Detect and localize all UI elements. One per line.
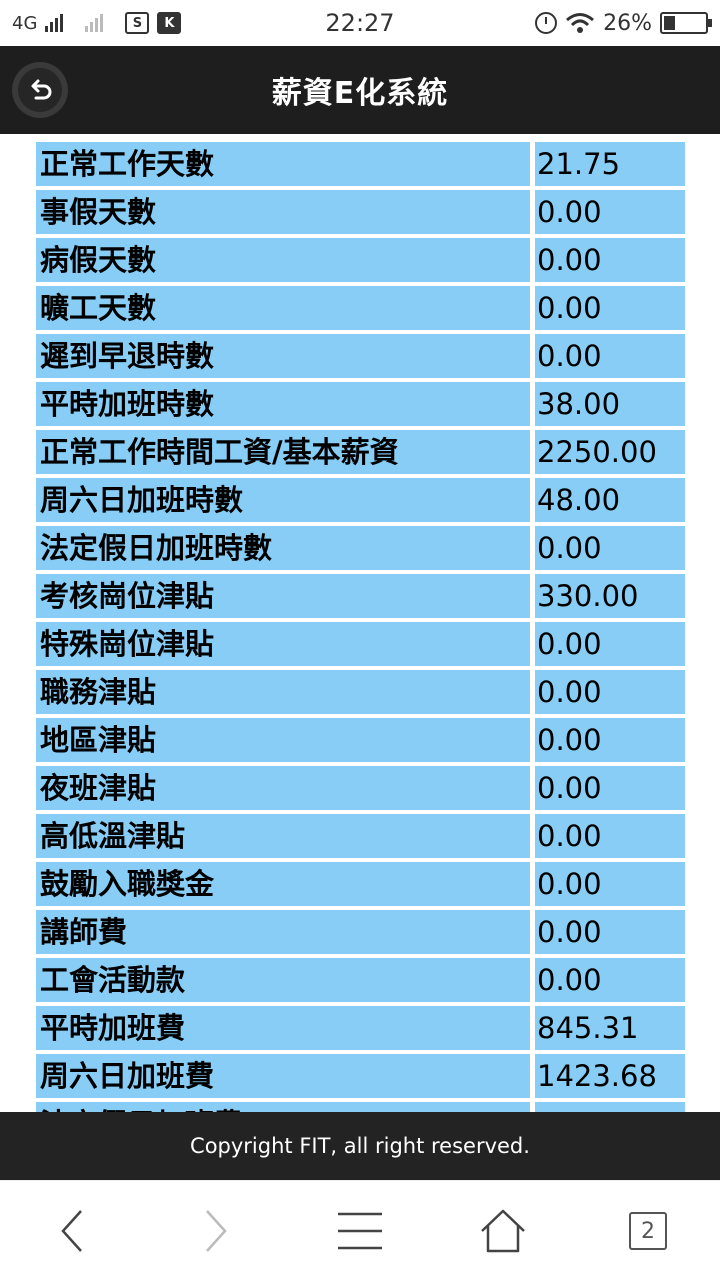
table-row: 遲到早退時數 0.00 [36,334,685,378]
row-value: 0.00 [535,862,685,906]
row-value: 0.00 [535,670,685,714]
table-row: 正常工作時間工資/基本薪資 2250.00 [36,430,685,474]
row-label: 職務津貼 [36,670,530,714]
row-label: 平時加班費 [36,1006,530,1050]
table-row: 正常工作天數 21.75 [36,142,685,186]
row-label: 法定假日加班費 [36,1102,530,1112]
row-label: 高低溫津貼 [36,814,530,858]
table-row: 考核崗位津貼 330.00 [36,574,685,618]
row-label: 工會活動款 [36,958,530,1002]
row-label: 考核崗位津貼 [36,574,530,618]
row-value: 0.00 [535,766,685,810]
table-row: 平時加班時數 38.00 [36,382,685,426]
row-label: 夜班津貼 [36,766,530,810]
app-header: 薪資E化系統 [0,46,720,134]
row-value: 0.00 [535,622,685,666]
status-right: 26% [535,10,712,36]
chevron-right-icon [206,1210,227,1252]
browser-home-button[interactable] [473,1203,533,1259]
row-label: 正常工作天數 [36,142,530,186]
table-row: 職務津貼 0.00 [36,670,685,714]
row-label: 鼓勵入職獎金 [36,862,530,906]
row-label: 病假天數 [36,238,530,282]
table-row: 特殊崗位津貼 0.00 [36,622,685,666]
row-value: 48.00 [535,478,685,522]
row-value: 0.00 [535,1102,685,1112]
table-row: 工會活動款 0.00 [36,958,685,1002]
row-label: 正常工作時間工資/基本薪資 [36,430,530,474]
back-arrow-icon [18,68,62,112]
row-label: 地區津貼 [36,718,530,762]
salary-table[interactable]: 正常工作天數 21.75 事假天數 0.00 病假天數 0.00 曠工天數 0.00 遲到早退時… [0,134,720,1112]
row-value: 0.00 [535,238,685,282]
copyright-text: Copyright FIT, all right reserved. [190,1134,530,1158]
row-value: 845.31 [535,1006,685,1050]
row-value: 0.00 [535,190,685,234]
battery-icon [660,12,712,34]
row-value: 0.00 [535,910,685,954]
status-bar: 4G S K 22:27 26% [0,0,720,46]
row-label: 法定假日加班時數 [36,526,530,570]
row-label: 周六日加班費 [36,1054,530,1098]
menu-icon [338,1212,382,1250]
table-row: 事假天數 0.00 [36,190,685,234]
app-notification-icon: S [125,12,150,34]
row-value: 1423.68 [535,1054,685,1098]
table-row: 法定假日加班時數 0.00 [36,526,685,570]
chevron-left-icon [61,1210,82,1252]
row-value: 330.00 [535,574,685,618]
browser-tabs-button[interactable]: 2 [618,1203,678,1259]
table-row: 地區津貼 0.00 [36,718,685,762]
row-label: 平時加班時數 [36,382,530,426]
table-row: 周六日加班費 1423.68 [36,1054,685,1098]
row-label: 講師費 [36,910,530,954]
signal-2-icon [85,14,104,32]
table-row: 法定假日加班費 0.00 [36,1102,685,1112]
table-row: 講師費 0.00 [36,910,685,954]
table-row: 高低溫津貼 0.00 [36,814,685,858]
status-left: 4G S K [12,12,272,34]
battery-percent: 26% [603,10,652,36]
wifi-icon [566,13,595,33]
copyright-footer: Copyright FIT, all right reserved. [0,1112,720,1180]
table-row: 周六日加班時數 48.00 [36,478,685,522]
table-row: 曠工天數 0.00 [36,286,685,330]
browser-menu-button[interactable] [330,1203,390,1259]
back-button[interactable] [12,62,68,118]
row-label: 遲到早退時數 [36,334,530,378]
page-title: 薪資E化系統 [271,76,449,111]
app-k-notification-icon: K [157,12,182,34]
alarm-icon [535,12,558,34]
tab-count: 2 [629,1212,667,1250]
row-value: 2250.00 [535,430,685,474]
row-value: 0.00 [535,958,685,1002]
row-label: 事假天數 [36,190,530,234]
table-row: 病假天數 0.00 [36,238,685,282]
row-label: 特殊崗位津貼 [36,622,530,666]
signal-icon [45,14,64,32]
table-row: 平時加班費 845.31 [36,1006,685,1050]
row-label: 曠工天數 [36,286,530,330]
row-value: 0.00 [535,286,685,330]
row-label: 周六日加班時數 [36,478,530,522]
row-value: 0.00 [535,814,685,858]
row-value: 0.00 [535,526,685,570]
table-row: 夜班津貼 0.00 [36,766,685,810]
browser-nav-bar: 2 [0,1180,720,1280]
table-row: 鼓勵入職獎金 0.00 [36,862,685,906]
browser-back-button[interactable] [42,1203,102,1259]
home-icon [481,1209,525,1253]
row-value: 0.00 [535,718,685,762]
row-value: 21.75 [535,142,685,186]
row-value: 0.00 [535,334,685,378]
browser-forward-button[interactable] [186,1203,246,1259]
row-value: 38.00 [535,382,685,426]
network-type: 4G [12,12,38,34]
